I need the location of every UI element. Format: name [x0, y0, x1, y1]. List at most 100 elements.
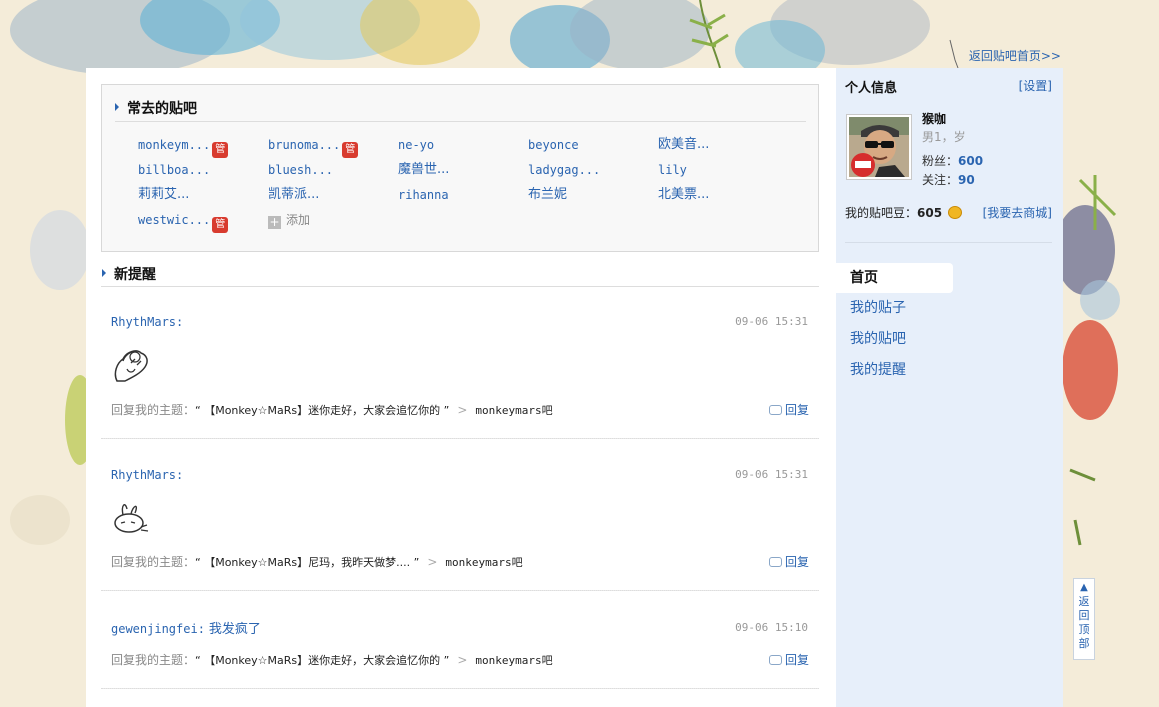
forum-name: 莉莉艾... [138, 187, 190, 202]
forum-link[interactable]: monkeymars吧 [445, 556, 522, 569]
frequent-forum-link[interactable]: 北美票... [658, 185, 709, 205]
reminder-username-link[interactable]: gewenjingfei: [111, 622, 205, 636]
nav-item-my-reminders[interactable]: 我的提醒 [836, 355, 906, 385]
add-forum-button[interactable]: + 添加 [268, 210, 310, 230]
fans-label: 粉丝： [922, 154, 959, 168]
bean-coin-icon [948, 206, 963, 219]
forum-link[interactable]: monkeymars吧 [475, 654, 552, 667]
topic-link[interactable]: “ 【Monkey☆MaRs】迷你走好，大家会追忆你的 ” [195, 654, 449, 667]
reply-label: 回复 [784, 555, 809, 569]
reply-button[interactable]: 回复 [768, 553, 809, 570]
profile-title: 个人信息 [845, 81, 898, 96]
forum-name: billboa... [138, 163, 211, 177]
moderator-badge-icon: 管 [212, 142, 229, 158]
reminder-user: RhythMars: [111, 468, 183, 482]
beans-balance: 我的贴吧豆：605 [845, 204, 963, 221]
nav-item-my-posts[interactable]: 我的贴子 [836, 293, 906, 323]
nav-item-home[interactable]: 首页 [836, 263, 953, 293]
reminder-reply-line: 回复我的主题：“ 【Monkey☆MaRs】尼玛，我昨天做梦.... ” > mon… [111, 553, 809, 570]
forum-name: 北美票... [658, 187, 710, 202]
back-to-forum-home-link[interactable]: 返回贴吧首页>> [969, 47, 1061, 64]
settings-link[interactable]: [设置] [1019, 77, 1052, 94]
reply-button[interactable]: 回复 [768, 401, 809, 418]
rabbit-emoji-icon [114, 504, 149, 533]
follow-count: 关注：90 [922, 171, 975, 188]
frequent-forum-link[interactable]: 魔兽世... [398, 160, 449, 180]
frequent-forum-link[interactable]: brunoma... 管 [268, 135, 359, 158]
plus-icon: + [268, 215, 281, 229]
frequent-forum-link[interactable]: bluesh... [268, 160, 333, 180]
monkey-emoji-icon [114, 350, 148, 382]
follow-label: 关注： [922, 173, 959, 187]
reminder-time: 09-06 15:10 [735, 621, 808, 634]
forum-name: 魔兽世... [398, 162, 450, 177]
go-to-shop-link[interactable]: [我要去商城] [983, 204, 1052, 221]
reminder-item: RhythMars: 09-06 15:31 回复我的主题：“ 【Monkey☆… [101, 287, 819, 439]
frequent-forum-link[interactable]: westwic... 管 [138, 210, 229, 233]
topic-link[interactable]: “ 【Monkey☆MaRs】尼玛，我昨天做梦.... ” [195, 556, 419, 569]
moderator-badge-icon: 管 [342, 142, 359, 158]
frequent-forum-link[interactable]: 欧美音... [658, 135, 709, 155]
frequent-forum-link[interactable]: ne-yo [398, 135, 434, 155]
moderator-badge-icon: 管 [212, 217, 229, 233]
triangle-bullet-icon [102, 269, 106, 277]
frequent-forums-title-text: 常去的贴吧 [127, 101, 197, 117]
profile-sidebar: 个人信息 [设置] 猴咖 男1，岁 粉丝：600 关注：90 我的贴吧豆：605… [836, 68, 1063, 707]
frequent-forum-link[interactable]: billboa... [138, 160, 210, 180]
frequent-forum-link[interactable]: 布兰妮 [528, 185, 567, 205]
reply-prefix: 回复我的主题： [111, 653, 196, 667]
topic-link[interactable]: “ 【Monkey☆MaRs】迷你走好，大家会追忆你的 ” [195, 404, 449, 417]
chevron-right-icon: > [457, 403, 468, 417]
username-link[interactable]: 猴咖 [922, 110, 946, 127]
reminder-item: gewenjingfei: 我发疯了 09-06 15:10 回复我的主题：“ 【… [101, 591, 819, 689]
forum-name: 布兰妮 [528, 187, 568, 202]
user-photo [849, 117, 909, 177]
frequent-forum-link[interactable]: 凯蒂派... [268, 185, 319, 205]
fans-value: 600 [958, 154, 984, 168]
back-to-top-button[interactable]: ▲ 返回顶部 [1073, 578, 1095, 660]
frequent-forum-link[interactable]: 莉莉艾... [138, 185, 189, 205]
frequent-forum-link[interactable]: monkeym... 管 [138, 135, 229, 158]
frequent-forum-link[interactable]: ladygag... [528, 160, 600, 180]
frequent-forums-box: 常去的贴吧 monkeym... 管 brunoma... 管 ne-yo beyonce… [101, 84, 819, 252]
divider [115, 121, 806, 122]
divider [845, 242, 1052, 243]
forum-link[interactable]: monkeymars吧 [475, 404, 552, 417]
arrow-up-icon: ▲ [1080, 582, 1088, 593]
fans-link[interactable]: 600 [958, 154, 983, 168]
chevron-right-icon: > [457, 653, 468, 667]
forum-name: westwic... [138, 213, 211, 227]
reminder-user: RhythMars: [111, 315, 183, 329]
avatar[interactable] [846, 114, 912, 180]
follow-link[interactable]: 90 [958, 173, 975, 187]
reminder-user: gewenjingfei: 我发疯了 [111, 618, 261, 637]
fans-count: 粉丝：600 [922, 152, 983, 169]
triangle-bullet-icon [115, 103, 119, 111]
forum-name: 欧美音... [658, 137, 710, 152]
reminder-time: 09-06 15:31 [735, 315, 808, 328]
forum-name: brunoma... [268, 138, 341, 152]
reply-label: 回复 [784, 403, 809, 417]
reminder-username-link[interactable]: RhythMars: [111, 315, 183, 329]
frequent-forum-link[interactable]: beyonce [528, 135, 579, 155]
follow-value: 90 [958, 173, 975, 187]
reminder-message: 我发疯了 [208, 622, 261, 637]
reply-button[interactable]: 回复 [768, 651, 809, 668]
forum-name: monkeym... [138, 138, 211, 152]
gender-age: 男1，岁 [922, 130, 966, 144]
forum-name: rihanna [398, 188, 449, 202]
reply-prefix: 回复我的主题： [111, 403, 196, 417]
frequent-forum-link[interactable]: lily [658, 160, 687, 180]
speech-bubble-icon [768, 405, 782, 415]
forum-name: ne-yo [398, 138, 435, 152]
speech-bubble-icon [768, 655, 782, 665]
frequent-forum-link[interactable]: rihanna [398, 185, 449, 205]
chevron-right-icon: > [427, 555, 438, 569]
beans-value: 605 [917, 206, 943, 220]
reminder-username-link[interactable]: RhythMars: [111, 468, 183, 482]
nav-item-my-forums[interactable]: 我的贴吧 [836, 324, 906, 354]
reminder-time: 09-06 15:31 [735, 468, 808, 481]
reminder-reply-line: 回复我的主题：“ 【Monkey☆MaRs】迷你走好，大家会追忆你的 ” > mon… [111, 401, 809, 418]
reply-prefix: 回复我的主题： [111, 555, 196, 569]
forum-name: ladygag... [528, 163, 601, 177]
